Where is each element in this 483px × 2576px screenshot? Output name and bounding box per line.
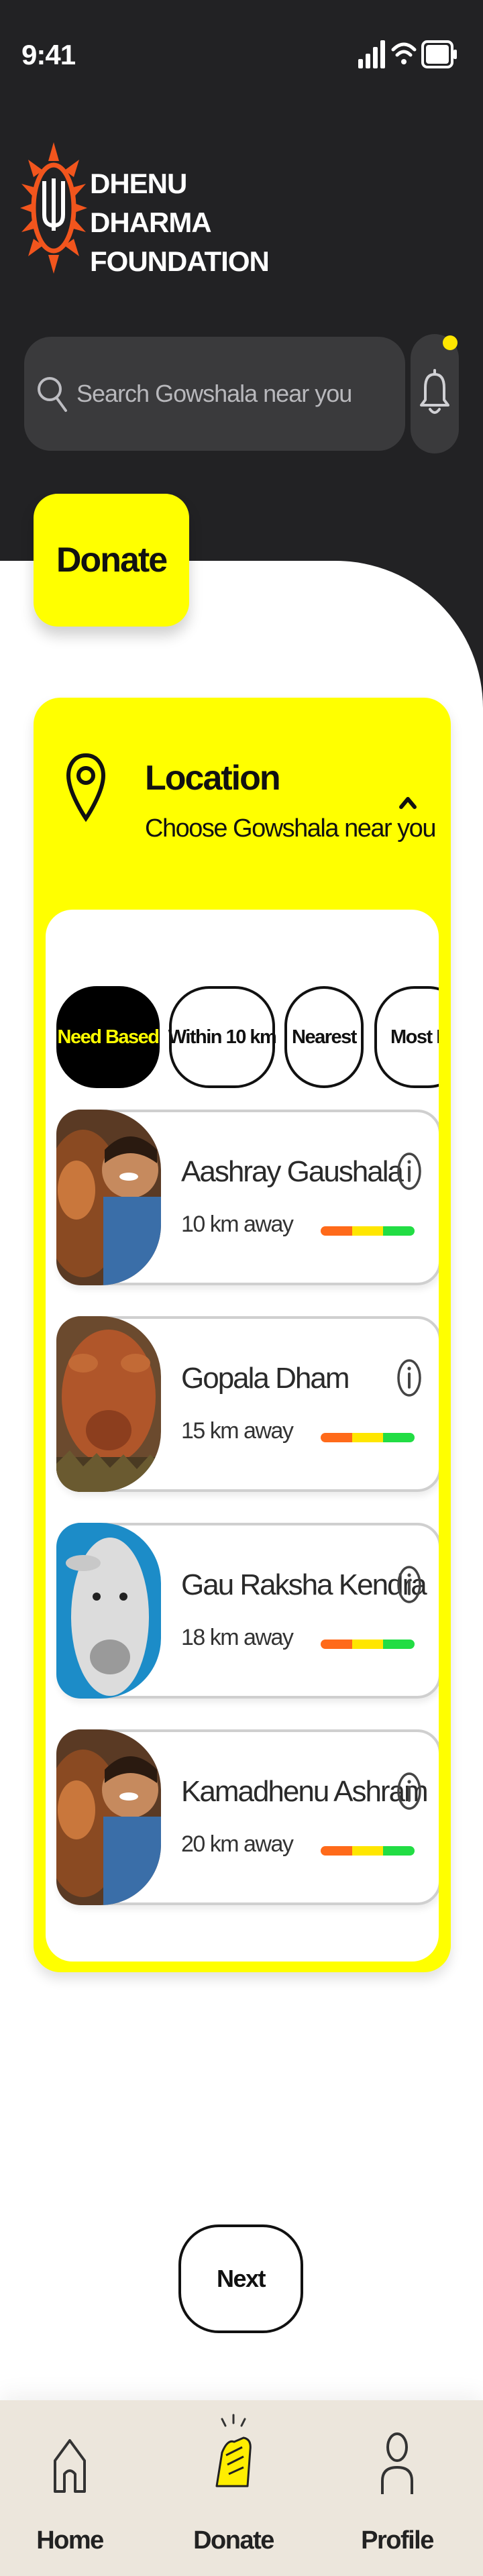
filter-chip-need-based[interactable]: Need Based (56, 986, 160, 1088)
tab-label-home: Home (36, 2526, 104, 2555)
tab-profile[interactable]: Profile (337, 2427, 458, 2568)
gowshala-distance: 18 km away (181, 1625, 294, 1650)
status-bar: 9:41 (0, 0, 483, 107)
sun-trident-icon (20, 142, 87, 274)
filter-chip-nearest[interactable]: Nearest (284, 986, 364, 1088)
page-title: Donate (34, 494, 189, 627)
gowshala-image (56, 1316, 161, 1492)
gowshala-name: Kamadhenu Ashram (181, 1775, 429, 1808)
rating-bar (321, 1433, 415, 1442)
gowshala-image (56, 1523, 161, 1699)
search-bar[interactable] (24, 337, 405, 451)
handshake-icon (215, 2414, 252, 2487)
gowshala-card[interactable]: Gau Raksha Kendra 18 km away (56, 1523, 439, 1699)
rating-bar (321, 1226, 415, 1236)
info-icon[interactable] (396, 1771, 423, 1811)
info-icon[interactable] (396, 1564, 423, 1605)
info-icon[interactable] (396, 1151, 423, 1191)
gowshala-name: Gopala Dham (181, 1362, 350, 1395)
rating-bar (321, 1846, 415, 1856)
gowshala-image (56, 1729, 161, 1905)
location-card: Location Choose Gowshala near you Need B… (34, 698, 451, 1972)
gowshala-name: Aashray Gaushala (181, 1155, 404, 1188)
bell-icon (420, 369, 449, 414)
signal-icon (358, 40, 385, 68)
battery-icon (421, 40, 457, 68)
tab-donate[interactable]: Donate (173, 2414, 294, 2568)
location-pin-icon (66, 753, 106, 822)
location-subtitle: Choose Gowshala near you (145, 814, 436, 843)
gowshala-list-panel: Need Based Within 10 km Nearest Most Rev… (46, 910, 439, 1962)
search-icon (38, 377, 67, 412)
chevron-up-icon[interactable] (393, 788, 423, 818)
status-time: 9:41 (21, 39, 76, 70)
tab-label-profile: Profile (361, 2526, 434, 2555)
brand-name: DHENU DHARMA FOUNDATION (90, 164, 270, 281)
brand-line-1: DHENU DHARMA (90, 168, 212, 238)
next-button[interactable]: Next (178, 2224, 303, 2333)
filter-chip-most-reviewed[interactable]: Most Rev (374, 986, 439, 1088)
notification-button[interactable] (411, 334, 459, 453)
rating-bar (321, 1640, 415, 1649)
gowshala-distance: 20 km away (181, 1831, 294, 1857)
user-icon (381, 2432, 413, 2494)
filter-chips: Need Based Within 10 km Nearest Most Rev (46, 910, 439, 1111)
brand-line-2: FOUNDATION (90, 246, 270, 277)
gowshala-card[interactable]: Gopala Dham 15 km away (56, 1316, 439, 1492)
gowshala-distance: 10 km away (181, 1212, 294, 1237)
app-header: 9:41 DHENU DHARMA FOUNDATION Search Gows… (0, 0, 483, 577)
brand-logo: DHENU DHARMA FOUNDATION (20, 138, 270, 285)
location-title: Location (145, 759, 281, 798)
gowshala-card[interactable]: Kamadhenu Ashram 20 km away (56, 1729, 439, 1905)
gowshala-name: Gau Raksha Kendra (181, 1568, 427, 1601)
info-icon[interactable] (396, 1358, 423, 1398)
wifi-icon (391, 42, 417, 64)
bottom-tab-bar: Home Donate Profile (0, 2400, 483, 2576)
gowshala-distance: 15 km away (181, 1418, 294, 1444)
status-icons (358, 40, 457, 68)
notification-badge (443, 335, 458, 350)
tab-label-donate: Donate (193, 2526, 274, 2555)
gowshala-card[interactable]: Aashray Gaushala 10 km away (56, 1110, 439, 1285)
home-icon (54, 2439, 86, 2493)
tab-home[interactable]: Home (9, 2427, 130, 2568)
filter-chip-within-10km[interactable]: Within 10 km (168, 986, 277, 1088)
search-input[interactable] (76, 337, 392, 451)
gowshala-image (56, 1110, 161, 1285)
